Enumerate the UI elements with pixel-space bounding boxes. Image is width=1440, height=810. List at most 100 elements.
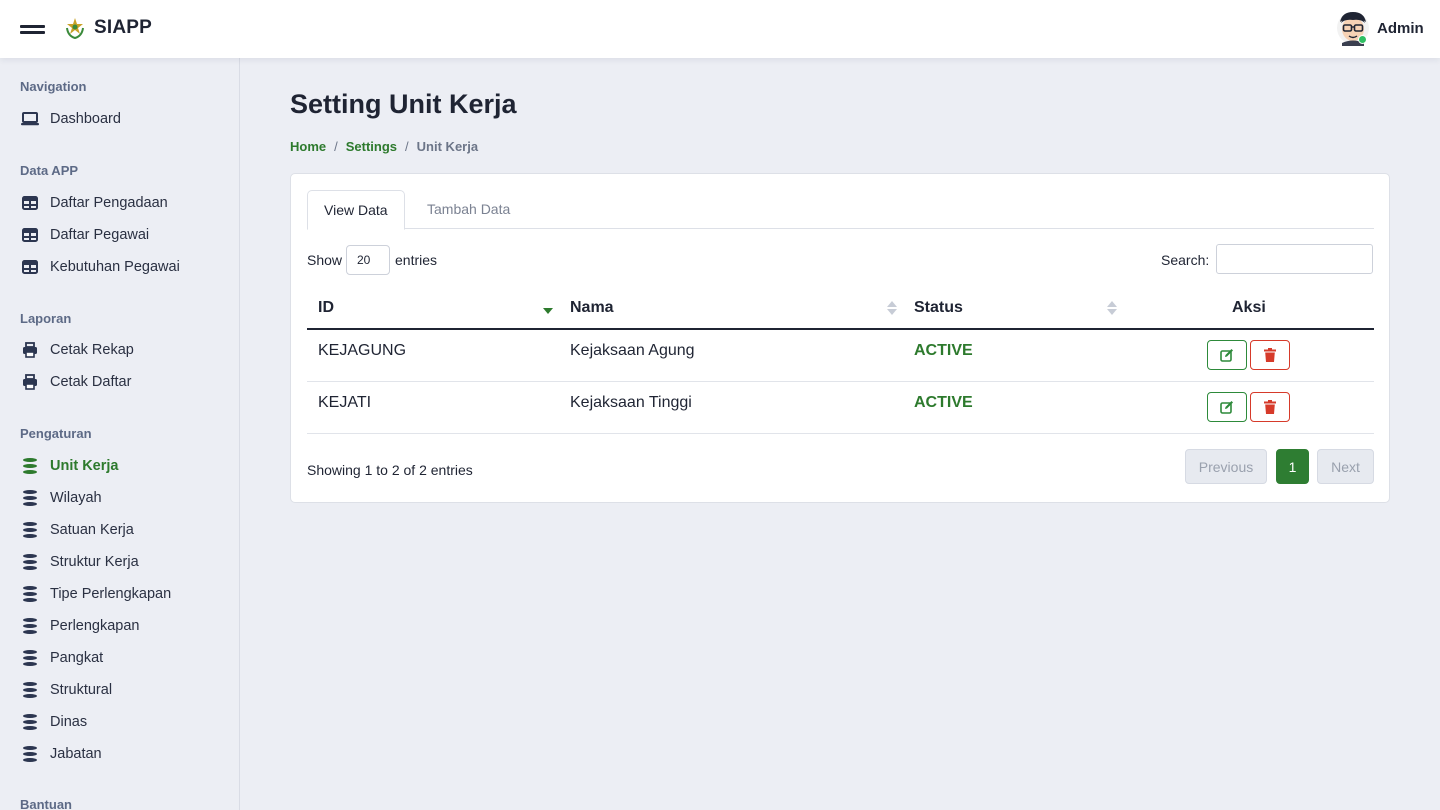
sidebar-item-cetak-rekap[interactable]: Cetak Rekap	[20, 338, 230, 362]
sidebar-item-dashboard[interactable]: Dashboard	[20, 107, 230, 131]
printer-icon	[20, 374, 40, 390]
database-icon	[23, 746, 37, 762]
column-header-nama[interactable]: Nama	[570, 299, 614, 317]
delete-button[interactable]	[1250, 340, 1290, 370]
edit-icon	[1220, 349, 1233, 362]
row-divider	[307, 433, 1374, 434]
sort-icon[interactable]	[1107, 301, 1117, 315]
sidebar-item-perlengkapan[interactable]: Perlengkapan	[20, 614, 230, 638]
tab-bar: View Data Tambah Data	[307, 190, 1374, 230]
sidebar: Navigation Dashboard Data APP Daftar Pen…	[0, 58, 240, 810]
edit-icon	[1220, 401, 1233, 414]
edit-button[interactable]	[1207, 340, 1247, 370]
sort-descending-icon[interactable]	[543, 308, 553, 314]
delete-button[interactable]	[1250, 392, 1290, 422]
tab-view-data[interactable]: View Data	[307, 190, 405, 230]
cell-id: KEJAGUNG	[318, 342, 407, 359]
sidebar-item-label: Cetak Daftar	[50, 374, 132, 390]
table-icon	[20, 227, 40, 243]
breadcrumb-settings[interactable]: Settings	[346, 139, 397, 154]
laptop-icon	[20, 111, 40, 127]
menu-toggle-icon[interactable]	[20, 22, 46, 36]
page-1-button[interactable]: 1	[1276, 449, 1309, 484]
sidebar-item-dinas[interactable]: Dinas	[20, 710, 230, 734]
sidebar-section-navigation: Navigation	[20, 79, 87, 94]
database-icon	[23, 490, 37, 506]
previous-page-button[interactable]: Previous	[1185, 449, 1267, 484]
database-icon	[23, 714, 37, 730]
user-name[interactable]: Admin	[1377, 20, 1424, 37]
brand-name[interactable]: SIAPP	[94, 17, 152, 39]
breadcrumb: Home / Settings / Unit Kerja	[290, 139, 478, 154]
sidebar-item-label: Dashboard	[50, 111, 121, 127]
sidebar-item-label: Kebutuhan Pegawai	[50, 259, 180, 275]
search-label: Search:	[1161, 252, 1210, 268]
column-header-id[interactable]: ID	[318, 299, 334, 317]
status-badge: ACTIVE	[914, 342, 973, 359]
app-logo-icon	[66, 18, 84, 40]
breadcrumb-home[interactable]: Home	[290, 139, 326, 154]
sidebar-item-tipe-perlengkapan[interactable]: Tipe Perlengkapan	[20, 582, 230, 606]
cell-id: KEJATI	[318, 394, 372, 411]
cell-nama: Kejaksaan Agung	[570, 342, 695, 359]
sidebar-item-label: Pangkat	[50, 650, 104, 666]
sidebar-item-wilayah[interactable]: Wilayah	[20, 486, 230, 510]
table-info: Showing 1 to 2 of 2 entries	[307, 462, 473, 478]
tab-tambah-data[interactable]: Tambah Data	[411, 190, 526, 229]
page-size-select[interactable]: 20	[346, 245, 390, 275]
table-header-divider	[307, 328, 1374, 330]
top-bar: SIAPP Admin	[0, 0, 1440, 58]
sidebar-item-label: Daftar Pegawai	[50, 227, 150, 243]
database-icon	[23, 650, 37, 666]
column-header-status[interactable]: Status	[914, 299, 963, 317]
sidebar-item-label: Unit Kerja	[50, 458, 119, 474]
sidebar-item-label: Struktural	[50, 682, 113, 698]
breadcrumb-separator: /	[334, 139, 338, 154]
data-card: View Data Tambah Data Show 20 entries Se…	[290, 173, 1390, 503]
sidebar-item-label: Tipe Perlengkapan	[50, 586, 172, 602]
breadcrumb-separator: /	[405, 139, 409, 154]
sidebar-item-label: Daftar Pengadaan	[50, 195, 168, 211]
online-status-dot	[1358, 35, 1367, 44]
database-icon	[23, 554, 37, 570]
sidebar-item-jabatan[interactable]: Jabatan	[20, 742, 230, 766]
search-input[interactable]	[1216, 244, 1373, 274]
sort-icon[interactable]	[887, 301, 897, 315]
sidebar-item-pangkat[interactable]: Pangkat	[20, 646, 230, 670]
table-icon	[20, 195, 40, 211]
database-icon	[23, 682, 37, 698]
sidebar-section-laporan: Laporan	[20, 311, 72, 326]
cell-nama: Kejaksaan Tinggi	[570, 394, 692, 411]
sidebar-item-unit-kerja[interactable]: Unit Kerja	[20, 454, 230, 478]
sidebar-item-kebutuhan-pegawai[interactable]: Kebutuhan Pegawai	[20, 255, 230, 279]
show-label: Show	[307, 252, 343, 268]
sidebar-item-daftar-pegawai[interactable]: Daftar Pegawai	[20, 223, 230, 247]
next-page-button[interactable]: Next	[1317, 449, 1374, 484]
sidebar-item-label: Wilayah	[50, 490, 102, 506]
row-divider	[307, 381, 1374, 382]
breadcrumb-current: Unit Kerja	[416, 139, 479, 154]
page-title: Setting Unit Kerja	[290, 89, 517, 119]
sidebar-item-label: Struktur Kerja	[50, 554, 139, 570]
edit-button[interactable]	[1207, 392, 1247, 422]
database-icon	[23, 522, 37, 538]
database-icon	[23, 458, 37, 474]
trash-icon	[1264, 400, 1276, 414]
database-icon	[23, 586, 37, 602]
entries-label: entries	[395, 252, 438, 268]
sidebar-section-data-app: Data APP	[20, 163, 79, 178]
sidebar-item-daftar-pengadaan[interactable]: Daftar Pengadaan	[20, 191, 230, 215]
sidebar-item-label: Dinas	[50, 714, 88, 730]
trash-icon	[1264, 348, 1276, 362]
sidebar-item-label: Jabatan	[50, 746, 102, 762]
sidebar-item-satuan-kerja[interactable]: Satuan Kerja	[20, 518, 230, 542]
printer-icon	[20, 342, 40, 358]
table-icon	[20, 259, 40, 275]
database-icon	[23, 618, 37, 634]
sidebar-item-struktural[interactable]: Struktural	[20, 678, 230, 702]
sidebar-item-cetak-daftar[interactable]: Cetak Daftar	[20, 370, 230, 394]
sidebar-item-struktur-kerja[interactable]: Struktur Kerja	[20, 550, 230, 574]
sidebar-item-label: Satuan Kerja	[50, 522, 134, 538]
sidebar-section-pengaturan: Pengaturan	[20, 426, 92, 441]
sidebar-item-label: Cetak Rekap	[50, 342, 134, 358]
